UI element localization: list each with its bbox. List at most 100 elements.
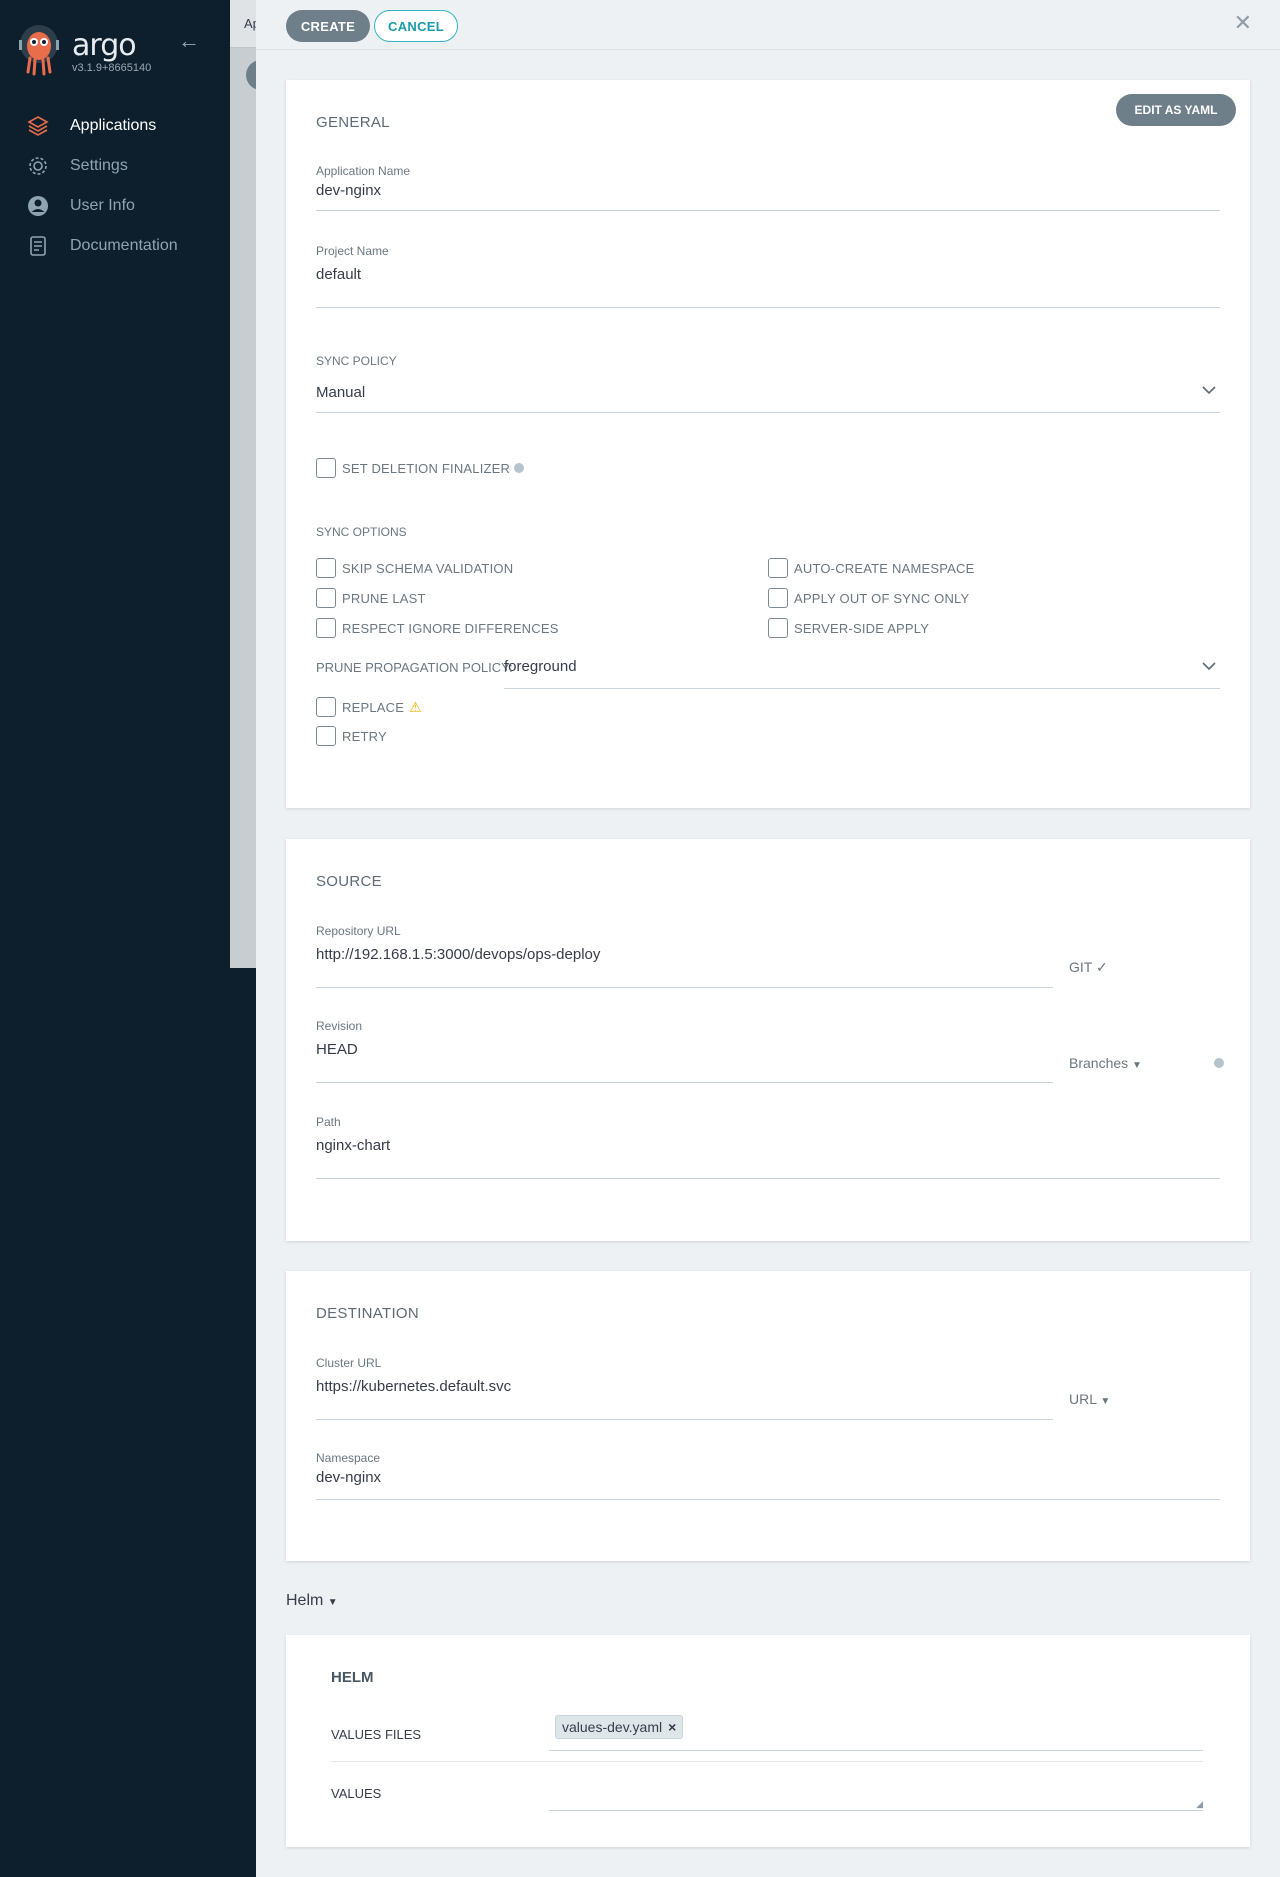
project-name-input[interactable]: default: [316, 266, 361, 283]
checkbox-box[interactable]: [316, 458, 336, 478]
field-underline: [316, 1178, 1220, 1179]
destination-title: DESTINATION: [316, 1305, 420, 1322]
repository-url-label: Repository URL: [316, 924, 401, 938]
caret-down-icon: ▼: [1100, 1396, 1111, 1407]
cluster-url-input[interactable]: https://kubernetes.default.svc: [316, 1378, 511, 1395]
values-textarea[interactable]: ◢: [549, 1775, 1203, 1811]
retry-checkbox[interactable]: RETRY: [316, 726, 387, 746]
checkbox-box[interactable]: [316, 558, 336, 578]
field-underline: [316, 1082, 1053, 1083]
project-name-field[interactable]: Project Name default: [316, 244, 1220, 308]
close-icon[interactable]: ✕: [1234, 10, 1252, 36]
edit-as-yaml-button[interactable]: EDIT AS YAML: [1116, 94, 1236, 126]
option-label: RESPECT IGNORE DIFFERENCES: [342, 620, 559, 636]
revision-field[interactable]: Revision HEAD: [316, 1019, 1053, 1083]
remove-chip-icon[interactable]: ×: [668, 1719, 676, 1735]
server-side-apply-checkbox[interactable]: SERVER-SIDE APPLY: [768, 618, 929, 638]
helm-card: HELM VALUES FILES values-dev.yaml × VALU…: [286, 1635, 1250, 1847]
checkbox-box[interactable]: [316, 588, 336, 608]
project-name-label: Project Name: [316, 244, 389, 258]
apply-out-of-sync-only-checkbox[interactable]: APPLY OUT OF SYNC ONLY: [768, 588, 969, 608]
checkbox-box[interactable]: [768, 588, 788, 608]
checkbox-box[interactable]: [768, 558, 788, 578]
source-title: SOURCE: [316, 873, 382, 890]
caret-down-icon: ▼: [1132, 1060, 1142, 1071]
namespace-input[interactable]: dev-nginx: [316, 1469, 381, 1486]
checkbox-box[interactable]: [316, 726, 336, 746]
revision-type-dropdown[interactable]: Branches ▼: [1069, 1055, 1142, 1071]
warning-icon: ⚠: [409, 698, 422, 715]
sync-policy-field[interactable]: SYNC POLICY Manual: [316, 354, 1220, 414]
source-type-dropdown[interactable]: Helm ▼: [286, 1592, 338, 1610]
app-name-field[interactable]: Application Name dev-nginx: [316, 164, 1220, 212]
caret-down-icon: ▼: [327, 1597, 338, 1608]
cluster-type-dropdown[interactable]: URL ▼: [1069, 1391, 1110, 1407]
repository-url-input[interactable]: http://192.168.1.5:3000/devops/ops-deplo…: [316, 946, 600, 963]
help-icon[interactable]: [514, 463, 525, 473]
auto-create-namespace-checkbox[interactable]: AUTO-CREATE NAMESPACE: [768, 558, 974, 578]
field-underline: [316, 987, 1053, 988]
checkbox-box[interactable]: [316, 697, 336, 717]
prune-last-checkbox[interactable]: PRUNE LAST: [316, 588, 426, 608]
sidebar-item-label: Applications: [70, 117, 157, 134]
cluster-type-label: URL: [1069, 1391, 1097, 1407]
replace-checkbox[interactable]: REPLACE ⚠: [316, 697, 422, 717]
chevron-down-icon[interactable]: [1202, 382, 1216, 398]
layers-icon: [26, 114, 50, 138]
prune-policy-label: PRUNE PROPAGATION POLICY:: [316, 660, 513, 675]
respect-ignore-differences-checkbox[interactable]: RESPECT IGNORE DIFFERENCES: [316, 618, 559, 638]
resize-handle-icon[interactable]: ◢: [1196, 1799, 1203, 1810]
cancel-button[interactable]: CANCEL: [374, 10, 458, 42]
retry-label: RETRY: [342, 728, 387, 744]
field-underline: [316, 307, 1220, 308]
field-underline: [316, 210, 1220, 211]
path-field[interactable]: Path nginx-chart: [316, 1115, 1220, 1179]
path-label: Path: [316, 1115, 341, 1129]
values-files-label: VALUES FILES: [331, 1727, 422, 1742]
skip-schema-validation-checkbox[interactable]: SKIP SCHEMA VALIDATION: [316, 558, 513, 578]
sidebar-item-user-info[interactable]: User Info: [0, 186, 256, 226]
revision-input[interactable]: HEAD: [316, 1041, 358, 1058]
field-underline: [504, 688, 1220, 689]
sidebar-nav: Applications Settings User Info Document…: [0, 106, 256, 266]
create-button[interactable]: CREATE: [286, 10, 370, 42]
revision-label: Revision: [316, 1019, 363, 1033]
collapse-sidebar-icon[interactable]: ←: [178, 28, 200, 54]
deletion-finalizer-label: SET DELETION FINALIZER: [342, 460, 511, 476]
values-label: VALUES: [331, 1786, 382, 1801]
help-icon[interactable]: [1214, 1058, 1224, 1068]
sidebar-item-settings[interactable]: Settings: [0, 146, 256, 186]
option-label: AUTO-CREATE NAMESPACE: [794, 560, 975, 576]
cluster-url-label: Cluster URL: [316, 1356, 382, 1370]
chevron-down-icon[interactable]: [1202, 658, 1216, 674]
sync-policy-select[interactable]: Manual: [316, 384, 365, 401]
option-label: PRUNE LAST: [342, 590, 426, 606]
values-files-input-line[interactable]: [549, 1750, 1203, 1751]
app-name-input[interactable]: dev-nginx: [316, 182, 381, 199]
sidebar-item-applications[interactable]: Applications: [0, 106, 256, 146]
book-icon: [26, 234, 50, 258]
checkbox-box[interactable]: [768, 618, 788, 638]
path-input[interactable]: nginx-chart: [316, 1137, 390, 1154]
gear-icon: [26, 154, 50, 178]
prune-policy-select[interactable]: foreground: [504, 658, 577, 675]
source-card: SOURCE Repository URL http://192.168.1.5…: [286, 839, 1250, 1241]
brand-name: argo: [72, 28, 137, 63]
repo-type-selector[interactable]: GIT ✓: [1069, 959, 1108, 976]
option-label: SKIP SCHEMA VALIDATION: [342, 560, 514, 576]
option-label: SERVER-SIDE APPLY: [794, 620, 930, 636]
sidebar: argo v3.1.9+8665140 ← Applications Setti…: [0, 0, 256, 1877]
deletion-finalizer-checkbox[interactable]: SET DELETION FINALIZER: [316, 458, 525, 478]
repository-url-field[interactable]: Repository URL http://192.168.1.5:3000/d…: [316, 924, 1053, 988]
checkbox-box[interactable]: [316, 618, 336, 638]
cluster-url-field[interactable]: Cluster URL https://kubernetes.default.s…: [316, 1356, 1053, 1420]
values-file-name: values-dev.yaml: [562, 1719, 663, 1735]
check-icon: ✓: [1095, 959, 1108, 975]
sidebar-item-documentation[interactable]: Documentation: [0, 226, 256, 266]
namespace-field[interactable]: Namespace dev-nginx: [316, 1451, 1220, 1501]
replace-label: REPLACE: [342, 699, 405, 715]
create-app-panel: CREATE CANCEL ✕ EDIT AS YAML GENERAL App…: [256, 0, 1280, 1877]
sync-policy-label: SYNC POLICY: [316, 354, 397, 368]
sidebar-item-label: Documentation: [70, 237, 178, 254]
field-underline: [316, 1419, 1053, 1420]
